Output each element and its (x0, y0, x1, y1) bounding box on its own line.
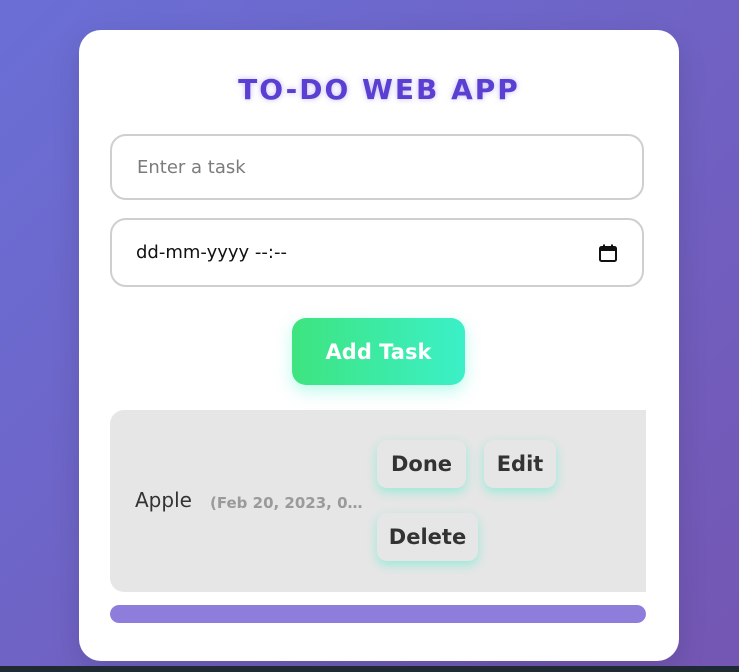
task-input-wrapper (110, 134, 644, 200)
datetime-input[interactable]: dd-mm-yyyy --:-- (110, 218, 644, 287)
delete-button[interactable]: Delete (377, 513, 478, 561)
done-button[interactable]: Done (377, 440, 466, 488)
task-input[interactable] (135, 155, 619, 179)
progress-fill (110, 605, 646, 623)
task-list: Apple (Feb 20, 2023, 08:... Done Edit De… (110, 410, 646, 592)
app-title: TO-DO WEB APP (238, 73, 520, 106)
progress-bar (110, 605, 646, 623)
datetime-value: dd-mm-yyyy --:-- (136, 242, 287, 263)
taskbar-strip (0, 666, 739, 672)
calendar-icon[interactable] (598, 243, 618, 263)
add-task-button[interactable]: Add Task (292, 318, 465, 385)
task-name: Apple (135, 488, 192, 512)
edit-button[interactable]: Edit (484, 440, 556, 488)
task-date: (Feb 20, 2023, 08:... (210, 494, 365, 512)
todo-card: TO-DO WEB APP dd-mm-yyyy --:-- Add Task … (79, 30, 679, 661)
